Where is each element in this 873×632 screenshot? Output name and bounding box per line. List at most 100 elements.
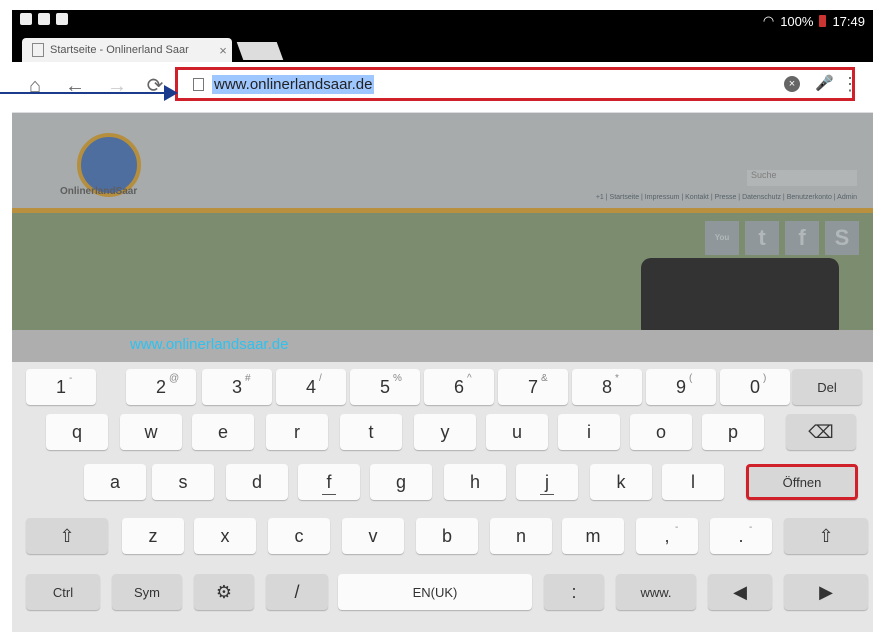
key-4[interactable]: 4/: [276, 369, 346, 405]
key-label: 0: [749, 376, 760, 397]
url-text[interactable]: www.onlinerlandsaar.de: [212, 75, 375, 94]
key-secondary-label: @: [169, 373, 180, 384]
key-5[interactable]: 5%: [350, 369, 420, 405]
back-button[interactable]: ←: [62, 73, 88, 99]
notification-icons: [20, 13, 68, 25]
key-i[interactable]: i: [558, 414, 620, 450]
facebook-icon[interactable]: f: [785, 221, 819, 255]
key-9[interactable]: 9(: [646, 369, 716, 405]
key-m[interactable]: m: [562, 518, 624, 554]
key-0[interactable]: 0): [720, 369, 790, 405]
key-label: k: [616, 471, 626, 492]
key-secondary-label: #: [245, 373, 251, 384]
key-u[interactable]: u: [486, 414, 548, 450]
battery-icon: [819, 15, 827, 27]
key-label: 9: [675, 376, 686, 397]
home-button[interactable]: ⌂: [22, 73, 48, 99]
key-6[interactable]: 6 ^: [424, 369, 494, 405]
key-v[interactable]: v: [342, 518, 404, 554]
space-key[interactable]: EN(UK): [338, 574, 532, 610]
key-label: /: [294, 581, 300, 602]
onscreen-keyboard: 1-2 @3 #4/5% 6 ^ 7 & 8 * 9(0) Del q w e r t y u i o p ⌫ a s d f g h…: [12, 362, 873, 632]
sym-key[interactable]: Sym: [112, 574, 182, 610]
shift-key[interactable]: ⇧: [26, 518, 108, 554]
ctrl-key[interactable]: Ctrl: [26, 574, 100, 610]
key-q[interactable]: q: [46, 414, 108, 450]
status-bar: ◠ 100% 17:49: [12, 10, 873, 32]
settings-key[interactable]: ⚙: [194, 574, 254, 610]
key-x[interactable]: x: [194, 518, 256, 554]
twitter-icon[interactable]: t: [745, 221, 779, 255]
key-8[interactable]: 8 *: [572, 369, 642, 405]
webpage-content: OnlinerlandSaar Suche +1 | Startseite | …: [12, 113, 873, 330]
key-secondary-label: *: [615, 373, 619, 384]
backspace-key[interactable]: ⌫: [786, 414, 856, 450]
key-7[interactable]: 7 &: [498, 369, 568, 405]
microphone-icon[interactable]: 🎤: [815, 74, 834, 92]
key-label: z: [148, 525, 158, 546]
notification-icon: [56, 13, 68, 25]
right-arrow-key[interactable]: ▶: [784, 574, 868, 610]
key-secondary-label: ): [763, 373, 767, 384]
forward-button[interactable]: →: [104, 73, 130, 99]
youtube-icon[interactable]: You Tube: [705, 221, 739, 276]
key-label: u: [511, 421, 522, 442]
slash-key[interactable]: /: [266, 574, 328, 610]
status-right: ◠ 100% 17:49: [763, 13, 865, 29]
key-h[interactable]: h: [444, 464, 506, 500]
key-p[interactable]: p: [702, 414, 764, 450]
site-nav-links[interactable]: +1 | Startseite | Impressum | Kontakt | …: [596, 194, 857, 201]
shift-key[interactable]: ⇧: [784, 518, 868, 554]
key-label: 5: [379, 376, 390, 397]
key-label: ⇧: [59, 525, 75, 546]
key-z[interactable]: z: [122, 518, 184, 554]
clear-url-icon[interactable]: ×: [784, 76, 800, 92]
suggestion-bar: www.onlinerlandsaar.de: [12, 330, 873, 362]
key-j[interactable]: j: [516, 464, 578, 500]
close-tab-icon[interactable]: ×: [214, 43, 232, 58]
key-secondary-label: -: [69, 373, 73, 384]
key-r[interactable]: r: [266, 414, 328, 450]
key-label: 6: [453, 376, 464, 397]
key-y[interactable]: y: [414, 414, 476, 450]
url-suggestion[interactable]: www.onlinerlandsaar.de: [130, 336, 288, 353]
key-1[interactable]: 1-: [26, 369, 96, 405]
www-key[interactable]: www.: [616, 574, 696, 610]
key-g[interactable]: g: [370, 464, 432, 500]
key-k[interactable]: k: [590, 464, 652, 500]
key-l[interactable]: l: [662, 464, 724, 500]
notification-icon: [20, 13, 32, 25]
key-a[interactable]: a: [84, 464, 146, 500]
key-label: p: [727, 421, 738, 442]
key-t[interactable]: t: [340, 414, 402, 450]
key-c[interactable]: c: [268, 518, 330, 554]
open-key[interactable]: Öffnen: [746, 464, 858, 500]
key-b[interactable]: b: [416, 518, 478, 554]
key-f[interactable]: f: [298, 464, 360, 500]
colon-key[interactable]: :: [544, 574, 604, 610]
key-o[interactable]: o: [630, 414, 692, 450]
key-3[interactable]: 3 #: [202, 369, 272, 405]
key-label: 8: [601, 376, 612, 397]
address-bar[interactable]: www.onlinerlandsaar.de × 🎤: [175, 67, 855, 101]
left-arrow-key[interactable]: ◀: [708, 574, 772, 610]
home-row-marker: [540, 494, 554, 495]
key-d[interactable]: d: [226, 464, 288, 500]
home-row-marker: [322, 494, 336, 495]
key-secondary-label: -: [675, 522, 679, 533]
social-s-icon[interactable]: S: [825, 221, 859, 255]
key-2[interactable]: 2 @: [126, 369, 196, 405]
delete-key[interactable]: Del: [792, 369, 862, 405]
site-search-input[interactable]: Suche: [747, 170, 857, 186]
new-tab-button[interactable]: [236, 42, 284, 60]
key-label: r: [294, 421, 300, 442]
period-key[interactable]: .-: [710, 518, 772, 554]
browser-tab[interactable]: Startseite - Onlinerland Saar ×: [22, 38, 232, 62]
key-label: x: [220, 525, 230, 546]
key-e[interactable]: e: [192, 414, 254, 450]
key-n[interactable]: n: [490, 518, 552, 554]
menu-button[interactable]: ⋮: [841, 74, 859, 95]
key-w[interactable]: w: [120, 414, 182, 450]
comma-key[interactable]: ,-: [636, 518, 698, 554]
key-s[interactable]: s: [152, 464, 214, 500]
